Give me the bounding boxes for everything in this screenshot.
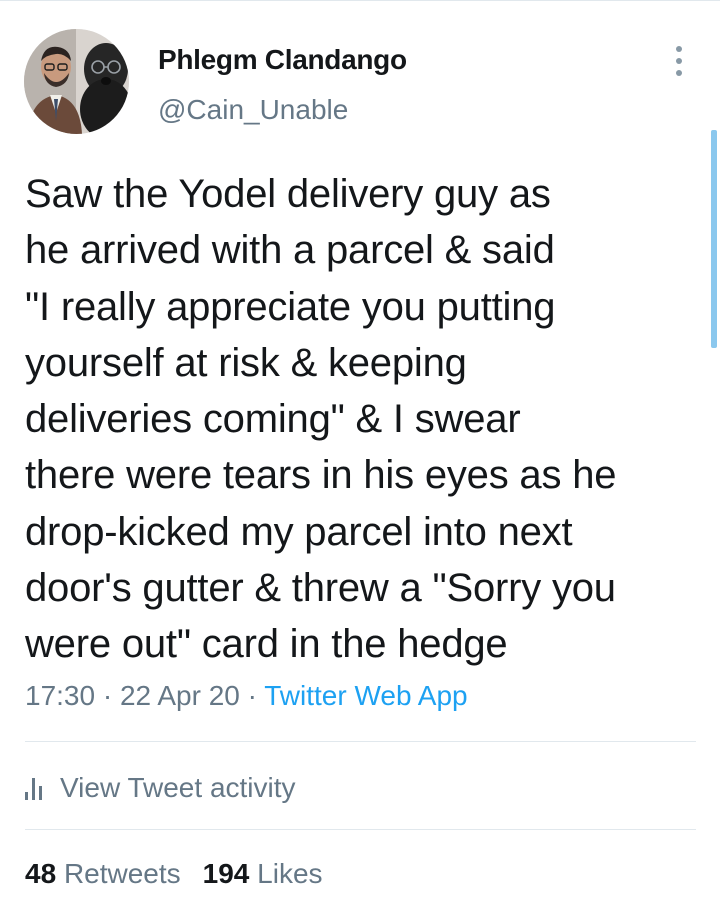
bar-chart-icon (25, 776, 42, 800)
author-handle[interactable]: @Cain_Unable (158, 94, 348, 126)
retweets-count: 48 (25, 858, 57, 889)
view-tweet-activity-button[interactable]: View Tweet activity (25, 770, 296, 806)
retweets-link[interactable]: 48 Retweets (25, 858, 181, 889)
author-display-name[interactable]: Phlegm Clandango (158, 44, 407, 76)
meta-separator: · (102, 680, 113, 711)
likes-count: 194 (202, 858, 250, 889)
likes-label: Likes (257, 858, 323, 889)
tweet-time[interactable]: 17:30 (25, 680, 95, 711)
scrollbar[interactable] (711, 130, 717, 348)
meta-separator: · (247, 680, 257, 711)
top-divider (0, 0, 720, 1)
tweet-stats: 48 Retweets 194 Likes (25, 858, 323, 890)
tweet-source[interactable]: Twitter Web App (264, 680, 467, 711)
view-tweet-activity-label: View Tweet activity (60, 772, 296, 803)
likes-link[interactable]: 194 Likes (203, 858, 323, 889)
tweet-text: Saw the Yodel delivery guy as he arrived… (25, 172, 617, 667)
avatar-photo (24, 29, 129, 134)
divider (25, 829, 696, 830)
divider (25, 741, 696, 742)
tweet-meta: 17:30 · 22 Apr 20 · Twitter Web App (25, 680, 468, 712)
more-options-icon[interactable] (664, 44, 694, 78)
retweets-label: Retweets (63, 858, 181, 889)
avatar[interactable] (24, 29, 129, 134)
tweet-detail: Phlegm Clandango @Cain_Unable Saw the Yo… (0, 0, 720, 912)
tweet-date[interactable]: 22 Apr 20 (120, 680, 240, 711)
